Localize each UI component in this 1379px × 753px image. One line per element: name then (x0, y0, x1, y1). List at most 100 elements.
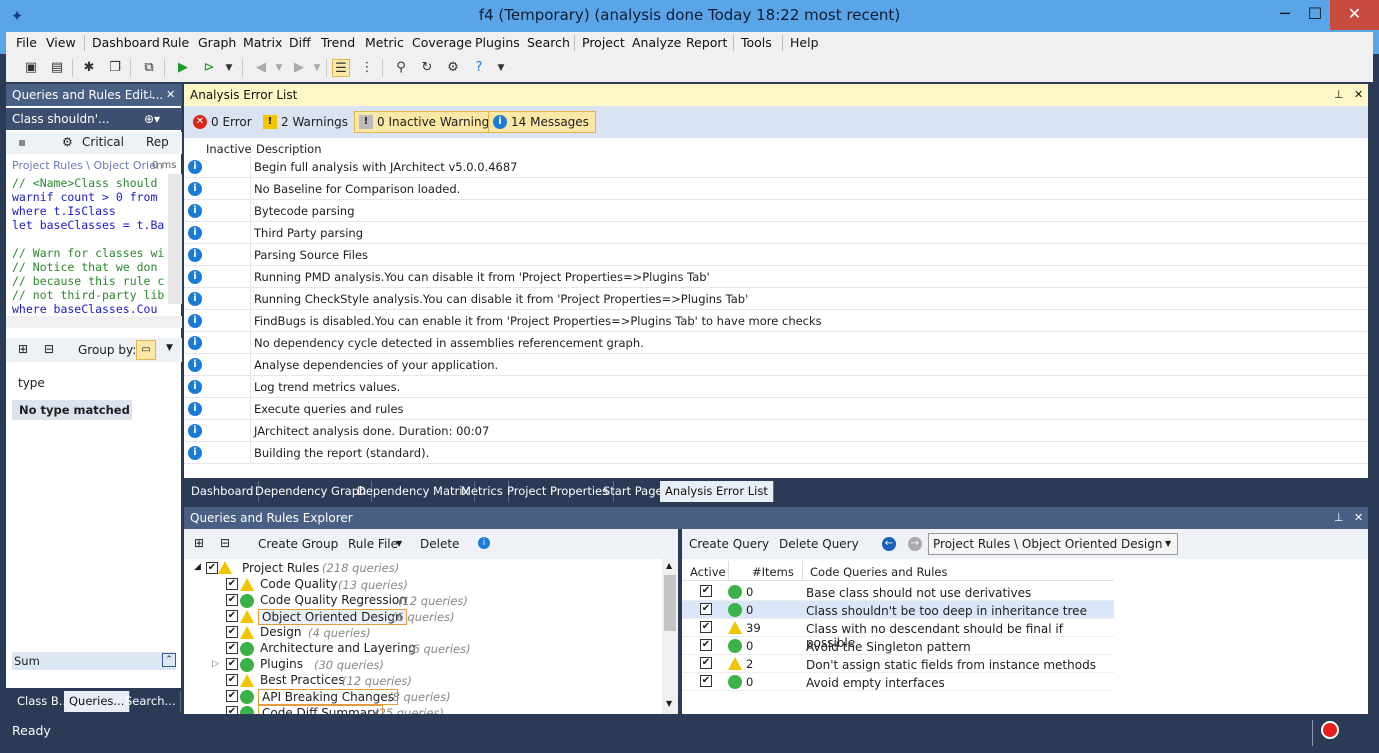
menu-coverage[interactable]: Coverage (412, 35, 472, 50)
menu-rule[interactable]: Rule (162, 35, 189, 50)
tree-item[interactable]: ✔ Design (4 queries) (184, 625, 662, 641)
delete-group-button[interactable]: Delete (420, 537, 459, 551)
code-hscrollbar[interactable] (6, 316, 182, 328)
root-checkbox[interactable]: ✔ (206, 562, 218, 574)
run-icon[interactable]: ▶ (174, 59, 192, 77)
column-header-rules[interactable]: Code Queries and Rules (810, 565, 947, 579)
code-editor[interactable]: // <Name>Class should warnif count > 0 f… (6, 174, 168, 314)
expand-all-icon[interactable]: ⊞ (194, 536, 204, 550)
group-checkbox[interactable]: ✔ (226, 642, 238, 654)
group-checkbox[interactable]: ✔ (226, 690, 238, 702)
pin-icon[interactable]: ⊥ (1334, 507, 1344, 529)
scroll-down-icon[interactable]: ▼ (666, 699, 672, 708)
column-header-description[interactable]: Description (256, 142, 322, 156)
report-label[interactable]: Rep (146, 135, 169, 149)
rule-row[interactable]: ✔ 0 Avoid empty interfaces (682, 673, 1114, 691)
list-view-icon[interactable]: ⋮ (358, 59, 376, 77)
nav-back-icon[interactable]: ← (882, 537, 896, 551)
collapse-all-icon[interactable]: ⊟ (220, 536, 230, 550)
query-name-tab[interactable]: Class shouldn'... ⊕▾ (6, 108, 182, 130)
inactive-warning-filter[interactable]: ! 0 Inactive Warning (354, 111, 497, 133)
menu-dashboard[interactable]: Dashboard (92, 35, 160, 50)
warning-filter[interactable]: ! 2 Warnings (258, 111, 355, 133)
rule-row[interactable]: ✔ 2 Don't assign static fields from inst… (682, 655, 1114, 673)
tree-item[interactable]: ✔ Code Quality (13 queries) (184, 577, 662, 593)
tab-search[interactable]: Search... (120, 691, 182, 712)
forward-icon[interactable]: ▶ (290, 59, 308, 77)
table-row[interactable]: i Analyse dependencies of your applicatio… (184, 354, 1368, 376)
back-dropdown-icon[interactable]: ▼ (270, 59, 288, 77)
group-by-type-icon[interactable]: ▭ (136, 340, 156, 360)
menu-tools[interactable]: Tools (741, 35, 772, 50)
menu-analyze[interactable]: Analyze (632, 35, 681, 50)
query-group-select[interactable]: Project Rules \ Object Oriented Design ▼ (928, 533, 1178, 555)
rule-active-checkbox[interactable]: ✔ (700, 585, 712, 597)
table-row[interactable]: i Bytecode parsing (184, 200, 1368, 222)
tab-start-page[interactable]: Start Page (598, 481, 669, 502)
table-row[interactable]: i Third Party parsing (184, 222, 1368, 244)
create-query-button[interactable]: Create Query (689, 537, 769, 551)
group-dropdown-icon[interactable]: ▼ (166, 343, 173, 353)
table-row[interactable]: i Parsing Source Files (184, 244, 1368, 266)
tab-metrics[interactable]: Metrics (456, 481, 509, 502)
table-row[interactable]: i Building the report (standard). (184, 442, 1368, 464)
inspect-icon[interactable]: ⧉ (140, 59, 158, 77)
help-dropdown-icon[interactable]: ▼ (492, 59, 510, 77)
tree-item[interactable]: ✔ Code Quality Regression (12 queries) (184, 593, 662, 609)
maximize-button[interactable]: ☐ (1300, 0, 1330, 30)
column-header-inactive[interactable]: Inactive (206, 142, 252, 156)
tree-scrollbar[interactable]: ▲ ▼ (662, 559, 678, 714)
menu-plugins[interactable]: Plugins (475, 35, 520, 50)
search-icon[interactable]: ⚲ (392, 59, 410, 77)
chevron-down-icon[interactable]: ▼ (1165, 539, 1171, 548)
column-header-active[interactable]: Active (690, 565, 726, 579)
tree-expand-icon[interactable]: ◢ (194, 562, 201, 572)
rule-row-selected[interactable]: ✔ 0 Class shouldn't be too deep in inher… (682, 601, 1114, 619)
table-row[interactable]: i No Baseline for Comparison loaded. (184, 178, 1368, 200)
menu-metric[interactable]: Metric (365, 35, 404, 50)
close-panel-icon[interactable]: ✕ (1354, 507, 1363, 529)
tree-item[interactable]: ▷ ✔ Plugins (30 queries) (184, 657, 662, 673)
new-project-icon[interactable]: ▣ (22, 59, 40, 77)
group-checkbox[interactable]: ✔ (226, 706, 238, 714)
scroll-up-icon[interactable]: ▲ (666, 561, 672, 570)
tree-item[interactable]: ✔ Best Practices (12 queries) (184, 673, 662, 689)
query-breadcrumb[interactable]: Project Rules \ Object Orient (12, 159, 162, 172)
rule-file-dropdown-icon[interactable]: ▼ (396, 539, 402, 548)
menu-view[interactable]: View (46, 35, 76, 50)
nav-forward-icon[interactable]: → (908, 537, 922, 551)
error-filter[interactable]: ✕ 0 Error (188, 111, 259, 133)
close-button[interactable]: ✕ (1330, 0, 1379, 30)
copy-icon[interactable]: ❐ (106, 59, 124, 77)
rule-active-checkbox[interactable]: ✔ (700, 639, 712, 651)
group-checkbox[interactable]: ✔ (226, 610, 238, 622)
info-icon[interactable]: i (478, 537, 490, 549)
tree-view-icon[interactable]: ☰ (332, 59, 350, 77)
tree-item[interactable]: ✔ API Breaking Changes (8 queries) (184, 689, 662, 705)
group-checkbox[interactable]: ✔ (226, 674, 238, 686)
table-row[interactable]: i No dependency cycle detected in assembl… (184, 332, 1368, 354)
tree-item[interactable]: ✔ Code Diff Summary (25 queries) (184, 705, 662, 714)
table-row[interactable]: i Running CheckStyle analysis.You can dis… (184, 288, 1368, 310)
tree-item[interactable]: ✔ Object Oriented Design (6 queries) (184, 609, 662, 625)
table-row[interactable]: i Running PMD analysis.You can disable it… (184, 266, 1368, 288)
create-group-button[interactable]: Create Group (258, 537, 338, 551)
table-row[interactable]: i Execute queries and rules (184, 398, 1368, 420)
tree-item[interactable]: ✔ Architecture and Layering (6 queries) (184, 641, 662, 657)
menu-search[interactable]: Search (527, 35, 570, 50)
group-checkbox[interactable]: ✔ (226, 626, 238, 638)
minimize-button[interactable]: ─ (1270, 0, 1300, 30)
rule-row[interactable]: ✔ 39 Class with no descendant should be … (682, 619, 1114, 650)
table-row[interactable]: i JArchitect analysis done. Duration: 00:… (184, 420, 1368, 442)
severity-label[interactable]: Critical (82, 135, 124, 149)
menu-help[interactable]: Help (790, 35, 819, 50)
tree-root-label[interactable]: Project Rules (242, 561, 319, 575)
save-icon[interactable]: ▪ (18, 135, 26, 149)
delete-query-button[interactable]: Delete Query (779, 537, 859, 551)
dropdown-arrow-icon[interactable]: ▼ (220, 59, 238, 77)
gear-icon[interactable]: ⚙ (444, 59, 462, 77)
table-row[interactable]: i Log trend metrics values. (184, 376, 1368, 398)
analysis-icon[interactable]: ✱ (80, 59, 98, 77)
close-panel-icon[interactable]: ✕ (1354, 84, 1363, 106)
rule-active-checkbox[interactable]: ✔ (700, 603, 712, 615)
